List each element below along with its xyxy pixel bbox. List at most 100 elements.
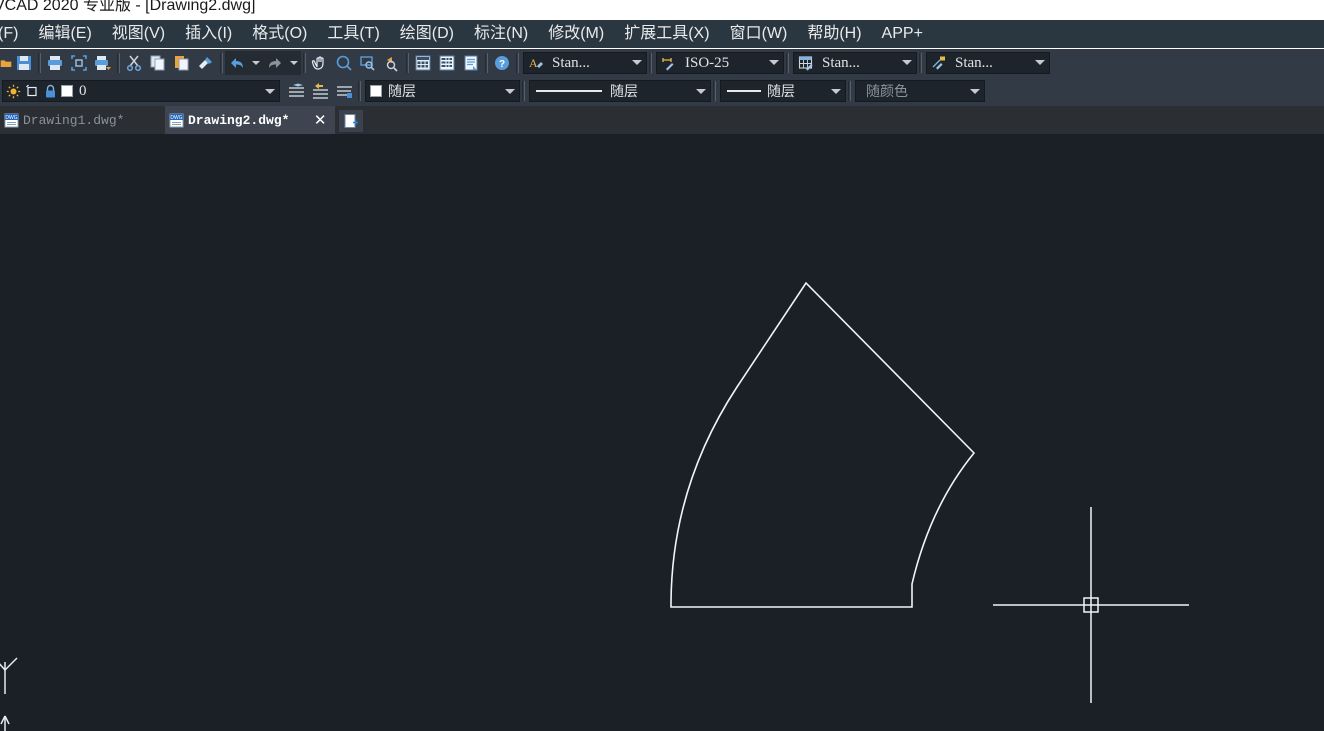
new-document-tab-button[interactable] xyxy=(339,110,363,132)
linetype-dropdown-arrow[interactable] xyxy=(692,81,710,101)
layer-states-icon[interactable] xyxy=(332,79,356,103)
toolbar-separator xyxy=(404,52,411,74)
mleader-style-dropdown-arrow[interactable] xyxy=(1031,53,1049,73)
layer-properties-toolbar: 0 随层 xyxy=(0,76,1324,106)
save-icon[interactable] xyxy=(12,51,36,75)
layer-properties-icon[interactable] xyxy=(284,79,308,103)
lineweight-control-combo[interactable]: 随层 xyxy=(720,80,846,102)
plotstyle-value: 随颜色 xyxy=(856,81,966,101)
menu-bar: (F)编辑(E)视图(V)插入(I)格式(O)工具(T)绘图(D)标注(N)修改… xyxy=(0,20,1324,48)
doc-tab-drawing1[interactable]: DWGDrawing1.dwg* xyxy=(0,106,165,134)
text-style-value: Stan... xyxy=(548,53,628,73)
menu-dimension[interactable]: 标注(N) xyxy=(464,21,538,47)
publish-icon[interactable] xyxy=(91,51,115,75)
plotstyle-control-combo[interactable]: 随颜色 xyxy=(855,80,985,102)
pan-icon[interactable] xyxy=(308,51,332,75)
svg-text:DWG: DWG xyxy=(170,115,182,121)
paste-icon[interactable] xyxy=(170,51,194,75)
mleader-style-combo[interactable]: Stan... xyxy=(926,52,1050,74)
layer-on-sun-icon[interactable] xyxy=(3,81,23,101)
color-dropdown-arrow[interactable] xyxy=(501,81,519,101)
text-style-dropdown-arrow[interactable] xyxy=(628,53,646,73)
menu-window[interactable]: 窗口(W) xyxy=(720,21,798,47)
undo-redo-group xyxy=(225,51,301,75)
dim-style-icon xyxy=(657,53,681,73)
drawing-canvas[interactable] xyxy=(0,134,1324,731)
mleader-style-value: Stan... xyxy=(951,53,1031,73)
menu-draw[interactable]: 绘图(D) xyxy=(390,21,464,47)
color-swatch xyxy=(370,85,382,97)
svg-text:A: A xyxy=(529,56,538,70)
doc-tab-drawing2[interactable]: DWGDrawing2.dwg*✕ xyxy=(165,106,335,134)
cut-icon[interactable] xyxy=(122,51,146,75)
undo-dropdown-arrow[interactable] xyxy=(249,51,263,75)
table-style-combo[interactable]: Stan... xyxy=(793,52,917,74)
layer-color-swatch xyxy=(61,85,73,97)
menu-insert[interactable]: 插入(I) xyxy=(175,21,242,47)
redo-dropdown-arrow[interactable] xyxy=(287,51,301,75)
doc-tab-close-icon[interactable]: ✕ xyxy=(311,108,329,132)
design-center-icon[interactable] xyxy=(435,51,459,75)
crosshair-cursor xyxy=(993,507,1189,703)
toolbar-separator xyxy=(514,52,521,74)
text-style-combo[interactable]: A Stan... xyxy=(523,52,647,74)
properties-icon[interactable] xyxy=(411,51,435,75)
copy-icon[interactable] xyxy=(146,51,170,75)
toolbar-separator xyxy=(917,52,924,74)
toolbar-separator xyxy=(647,52,654,74)
layer-name-value: 0 xyxy=(73,81,261,101)
redo-icon[interactable] xyxy=(263,51,287,75)
color-control-combo[interactable]: 随层 xyxy=(365,80,520,102)
menu-view[interactable]: 视图(V) xyxy=(102,21,175,47)
menu-express-tools[interactable]: 扩展工具(X) xyxy=(614,21,719,47)
layer-previous-icon[interactable] xyxy=(308,79,332,103)
mleader-style-icon xyxy=(927,53,951,73)
dwg-file-icon: DWG xyxy=(4,113,19,128)
layer-lock-icon[interactable] xyxy=(41,81,59,101)
menu-edit[interactable]: 编辑(E) xyxy=(28,21,101,47)
dim-style-value: ISO-25 xyxy=(681,53,765,73)
help-icon[interactable]: ? xyxy=(490,51,514,75)
toolbar-separator xyxy=(356,80,363,102)
dim-style-dropdown-arrow[interactable] xyxy=(765,53,783,73)
print-icon[interactable] xyxy=(43,51,67,75)
zoom-window-icon[interactable] xyxy=(356,51,380,75)
document-tab-bar: DWGDrawing1.dwg*DWGDrawing2.dwg*✕ xyxy=(0,106,1324,134)
toolbar-separator xyxy=(36,52,43,74)
layer-dropdown-arrow[interactable] xyxy=(261,81,279,101)
undo-icon[interactable] xyxy=(225,51,249,75)
menu-format[interactable]: 格式(O) xyxy=(242,21,317,47)
linetype-control-combo[interactable]: 随层 xyxy=(529,80,711,102)
tool-palettes-icon[interactable] xyxy=(459,51,483,75)
toolbar-separator xyxy=(115,52,122,74)
menu-app-plus[interactable]: APP+ xyxy=(872,21,933,47)
menu-help[interactable]: 帮助(H) xyxy=(797,21,871,47)
zoom-realtime-icon[interactable] xyxy=(332,51,356,75)
dwg-file-icon: DWG xyxy=(169,113,184,128)
match-properties-icon[interactable] xyxy=(194,51,218,75)
menu-file[interactable]: (F) xyxy=(0,21,28,47)
layer-freeze-icon[interactable] xyxy=(23,81,41,101)
zoom-previous-icon[interactable] xyxy=(380,51,404,75)
table-style-value: Stan... xyxy=(818,53,898,73)
plotstyle-dropdown-arrow[interactable] xyxy=(966,81,984,101)
menu-modify[interactable]: 修改(M) xyxy=(538,21,614,47)
print-preview-icon[interactable] xyxy=(67,51,91,75)
text-style-icon: A xyxy=(524,53,548,73)
open-icon[interactable] xyxy=(0,51,12,75)
lineweight-dropdown-arrow[interactable] xyxy=(827,81,845,101)
doc-tab-label: Drawing1.dwg* xyxy=(19,113,124,128)
toolbar-separator xyxy=(301,52,308,74)
linetype-value: 随层 xyxy=(602,81,692,101)
linetype-sample xyxy=(536,85,602,97)
toolbar-separator xyxy=(846,80,853,102)
layer-control-combo[interactable]: 0 xyxy=(2,80,280,102)
title-bar: VCAD 2020 专业版 - [Drawing2.dwg] xyxy=(0,0,1324,20)
table-style-dropdown-arrow[interactable] xyxy=(898,53,916,73)
lineweight-value: 随层 xyxy=(761,81,827,101)
dim-style-combo[interactable]: ISO-25 xyxy=(656,52,784,74)
drawing-entity-closed-polyline xyxy=(671,283,974,607)
menu-tools[interactable]: 工具(T) xyxy=(317,21,389,47)
toolbar-separator xyxy=(483,52,490,74)
toolbar-separator xyxy=(218,52,225,74)
